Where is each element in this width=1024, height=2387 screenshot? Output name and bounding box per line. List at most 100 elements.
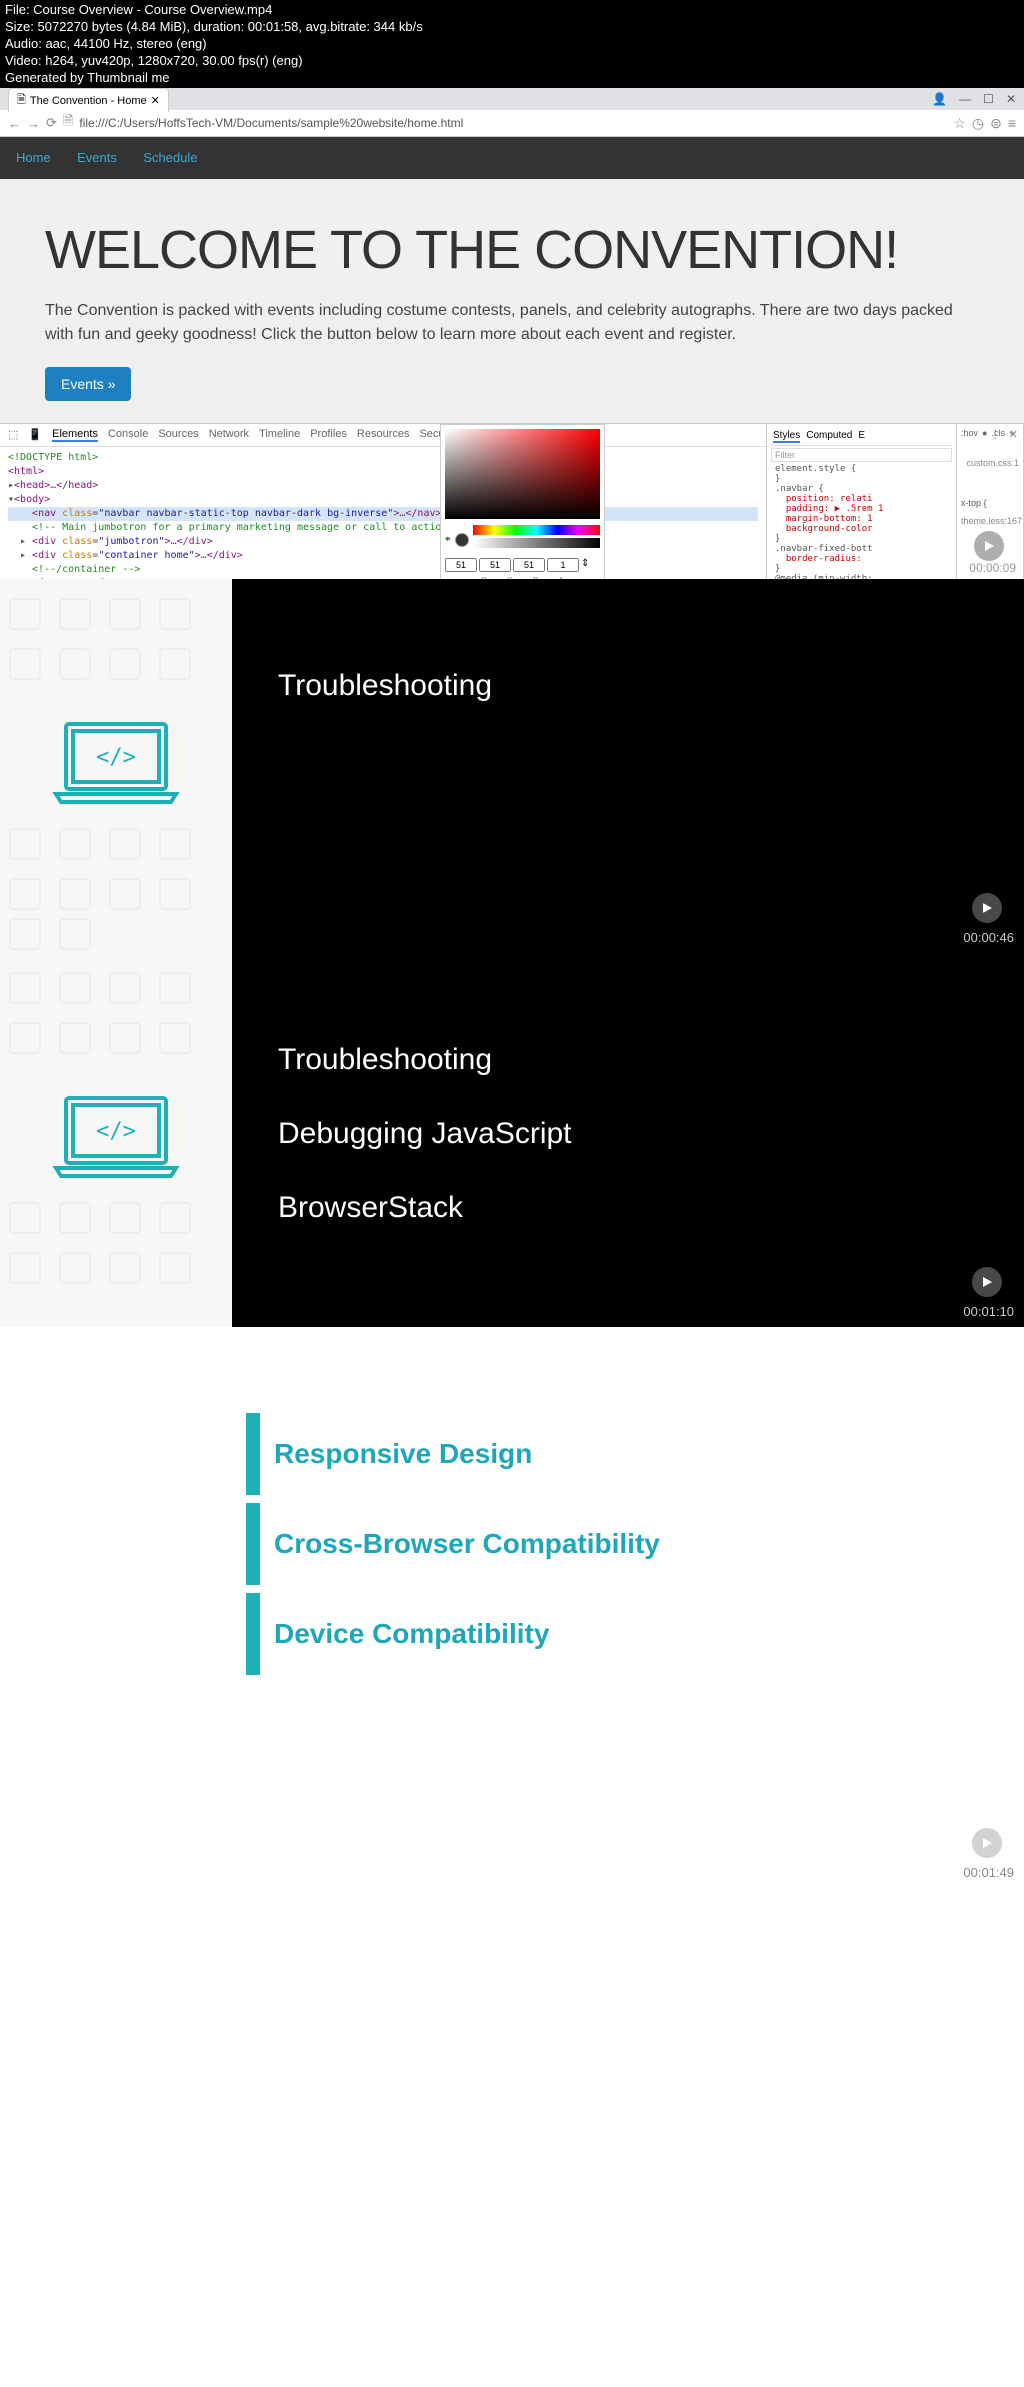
a-input[interactable] xyxy=(547,558,579,572)
reload-icon[interactable]: ⟳ xyxy=(46,115,57,131)
topic-label: Cross-Browser Compatibility xyxy=(274,1528,660,1560)
b-input[interactable] xyxy=(513,558,545,572)
alpha-slider[interactable] xyxy=(473,538,600,548)
browser-tab[interactable]: 🗎 The Convention - Home ✕ xyxy=(8,88,169,112)
slide-sidebar: </> xyxy=(0,579,232,953)
slide-title: Troubleshooting xyxy=(278,669,978,703)
forward-icon[interactable]: → xyxy=(27,116,40,131)
topic-bar-3: Device Compatibility xyxy=(0,1585,1024,1675)
events-button[interactable]: Events » xyxy=(45,367,131,401)
slide-sidebar: </> xyxy=(0,953,232,1327)
browser-tabs-bar: 🗎 The Convention - Home ✕ 👤 — ☐ ✕ xyxy=(0,88,1024,110)
address-bar: ← → ⟳ 🗎 file:///C:/Users/HoffsTech-VM/Do… xyxy=(0,110,1024,136)
dt-tab-network[interactable]: Network xyxy=(209,428,249,442)
maximize-button[interactable]: ☐ xyxy=(983,92,994,106)
meta-size: Size: 5072270 bytes (4.84 MiB), duration… xyxy=(5,19,1019,36)
current-color xyxy=(455,533,469,547)
dt-tab-console[interactable]: Console xyxy=(108,428,148,442)
menu-icon[interactable]: ≡ xyxy=(1008,115,1016,132)
nav-home[interactable]: Home xyxy=(16,150,51,165)
css-source-theme[interactable]: theme.less:167 xyxy=(961,516,1019,526)
meta-gen: Generated by Thumbnail me xyxy=(5,70,1019,87)
dt-close-icon[interactable]: ✕ xyxy=(1009,428,1018,441)
ext-icon-1[interactable]: ◷ xyxy=(972,115,984,132)
thumbnail-3: </> Troubleshooting Debugging JavaScript… xyxy=(0,953,1024,1327)
topic-bar-2: Cross-Browser Compatibility xyxy=(0,1495,1024,1585)
dt-tab-elements[interactable]: Elements xyxy=(52,428,98,442)
slide-line-2: Debugging JavaScript xyxy=(278,1117,978,1151)
css-x-top: x-top { xyxy=(961,498,1019,508)
minimize-button[interactable]: — xyxy=(959,92,971,106)
color-picker[interactable]: ⌖ ⇕ RGBA xyxy=(440,424,605,579)
url-field[interactable]: file:///C:/Users/HoffsTech-VM/Documents/… xyxy=(79,116,947,130)
site-navigation: Home Events Schedule xyxy=(0,137,1024,179)
laptop-icon: </> xyxy=(51,1093,181,1188)
dt-inspect-icon[interactable]: ⬚ xyxy=(8,428,18,442)
thumbnail-2: </> Troubleshooting 00:00:46 xyxy=(0,579,1024,953)
star-icon[interactable]: ☆ xyxy=(953,115,966,132)
ext-icon-2[interactable]: ⊜ xyxy=(990,115,1002,132)
file-icon: 🗎 xyxy=(63,112,73,134)
tab-title: The Convention - Home xyxy=(30,95,147,107)
dt-tab-resources[interactable]: Resources xyxy=(357,428,410,442)
css-navbar-fixed[interactable]: .navbar-fixed-bott xyxy=(771,544,952,554)
eyedropper-icon[interactable]: ⌖ xyxy=(445,534,451,545)
timestamp: 00:01:10 xyxy=(963,1304,1014,1319)
thumbnail-4: Responsive Design Cross-Browser Compatib… xyxy=(0,1327,1024,1888)
dt-tab-sources[interactable]: Sources xyxy=(158,428,198,442)
dt-device-icon[interactable]: 📱 xyxy=(28,428,42,442)
page-icon: 🗎 xyxy=(17,91,26,110)
laptop-icon: </> xyxy=(51,719,181,814)
timestamp: 00:01:49 xyxy=(963,1865,1014,1880)
nav-events[interactable]: Events xyxy=(77,150,117,165)
window-controls: 👤 — ☐ ✕ xyxy=(932,92,1016,106)
play-button[interactable] xyxy=(972,1267,1002,1297)
hue-slider[interactable] xyxy=(473,525,600,535)
meta-file: File: Course Overview - Course Overview.… xyxy=(5,2,1019,19)
tab-close-icon[interactable]: ✕ xyxy=(151,94,160,107)
r-input[interactable] xyxy=(445,558,477,572)
hov-toggle[interactable]: :hov xyxy=(961,428,978,438)
slide-line-1: Troubleshooting xyxy=(278,1043,978,1077)
devtools-elements: ⬚ 📱 Elements Console Sources Network Tim… xyxy=(0,424,767,579)
topic-label: Device Compatibility xyxy=(274,1618,549,1650)
slide-content: Troubleshooting 00:00:46 xyxy=(232,579,1024,953)
hero-section: WELCOME TO THE CONVENTION! The Conventio… xyxy=(0,179,1024,423)
dt-more-icon[interactable]: ⋮ xyxy=(990,428,1001,441)
browser-window: 🗎 The Convention - Home ✕ 👤 — ☐ ✕ ← → ⟳ … xyxy=(0,88,1024,137)
styles-tab[interactable]: Styles xyxy=(773,430,800,443)
play-button[interactable] xyxy=(972,1828,1002,1858)
video-metadata: File: Course Overview - Course Overview.… xyxy=(0,0,1024,88)
timestamp: 00:00:09 xyxy=(969,561,1016,575)
styles-pane: Styles Computed E Filter element.style {… xyxy=(767,424,957,579)
slide-line-3: BrowserStack xyxy=(278,1191,978,1225)
devtools-tabs: ⬚ 📱 Elements Console Sources Network Tim… xyxy=(0,424,766,447)
timestamp: 00:00:46 xyxy=(963,930,1014,945)
g-input[interactable] xyxy=(479,558,511,572)
filter-input[interactable]: Filter xyxy=(771,448,952,462)
back-icon[interactable]: ← xyxy=(8,116,21,131)
computed-tab[interactable]: Computed xyxy=(806,430,852,443)
nav-schedule[interactable]: Schedule xyxy=(143,150,197,165)
slide-content: Troubleshooting Debugging JavaScript Bro… xyxy=(232,953,1024,1327)
close-button[interactable]: ✕ xyxy=(1006,92,1016,106)
color-gradient[interactable] xyxy=(445,429,600,519)
css-element-style[interactable]: element.style { xyxy=(771,464,952,474)
topic-bar-1: Responsive Design xyxy=(0,1405,1024,1495)
dt-tab-profiles[interactable]: Profiles xyxy=(310,428,347,442)
devtools-panel: ⬚ 📱 Elements Console Sources Network Tim… xyxy=(0,423,1024,579)
css-source-custom[interactable]: custom.css:1 xyxy=(961,458,1019,468)
meta-audio: Audio: aac, 44100 Hz, stereo (eng) xyxy=(5,36,1019,53)
format-toggle[interactable]: ⇕ xyxy=(581,558,589,572)
dom-tree[interactable]: <!DOCTYPE html> <html> ▸<head>…</head> ▾… xyxy=(0,447,766,579)
events-tab[interactable]: E xyxy=(858,430,865,443)
css-navbar[interactable]: .navbar { xyxy=(771,484,952,494)
svg-text:</>: </> xyxy=(96,1119,136,1144)
topic-label: Responsive Design xyxy=(274,1438,532,1470)
dt-tab-timeline[interactable]: Timeline xyxy=(259,428,300,442)
user-icon[interactable]: 👤 xyxy=(932,92,947,106)
video-thumbnails: </> Troubleshooting 00:00:46 </> Trouble… xyxy=(0,579,1024,1888)
meta-video: Video: h264, yuv420p, 1280x720, 30.00 fp… xyxy=(5,53,1019,70)
svg-text:</>: </> xyxy=(96,745,136,770)
play-button[interactable] xyxy=(972,893,1002,923)
